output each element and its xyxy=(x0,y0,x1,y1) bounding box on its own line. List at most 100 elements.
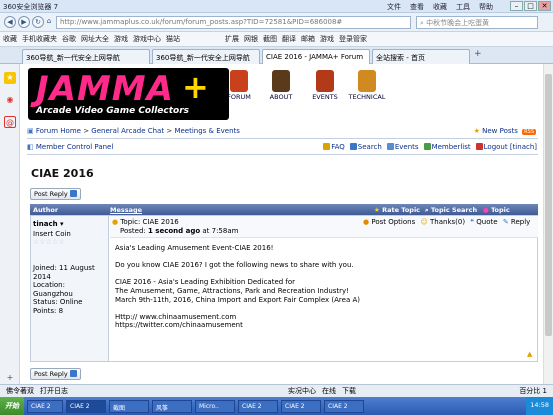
fav-item[interactable]: 收藏 xyxy=(3,34,17,44)
nav-about[interactable]: ABOUT xyxy=(259,70,303,101)
message-header[interactable]: Message xyxy=(110,206,142,214)
page-scrollbar[interactable] xyxy=(543,64,553,384)
crumb-meetings-events[interactable]: Meetings & Events xyxy=(174,127,239,135)
posted-prefix: Posted: xyxy=(120,227,148,235)
post-link[interactable]: https://twitter.com/chinaamusement xyxy=(115,321,535,330)
quote-button[interactable]: ❝ Quote xyxy=(470,218,497,226)
fav-item[interactable]: 网银 xyxy=(244,34,258,44)
taskbar-item[interactable]: CIAE 2 xyxy=(66,399,106,413)
thanks-button[interactable]: ☺ Thanks(0) xyxy=(420,218,465,226)
menu-help[interactable]: 帮助 xyxy=(479,2,493,12)
author-location: Location: Guangzhou xyxy=(33,281,73,298)
post-line xyxy=(115,253,535,262)
menu-file[interactable]: 文件 xyxy=(387,2,401,12)
post-line: CIAE 2016 - Asia's Leading Exhibition De… xyxy=(115,278,296,287)
home-icon[interactable]: ⌂ xyxy=(43,16,55,28)
new-posts-link[interactable]: New Posts xyxy=(482,127,518,135)
fav-item[interactable]: 网址大全 xyxy=(81,34,109,44)
back-to-top-icon[interactable]: ▲ xyxy=(527,350,532,358)
taskbar-item[interactable]: 风筝 xyxy=(152,399,192,413)
close-button[interactable]: ✕ xyxy=(538,1,551,11)
menu-view[interactable]: 查看 xyxy=(410,2,424,12)
search-label: Search xyxy=(357,143,382,151)
nav-about-label: ABOUT xyxy=(269,93,293,101)
taskbar-item[interactable]: CIAE 2 xyxy=(27,399,63,413)
nav-technical[interactable]: TECHNICAL xyxy=(345,70,389,101)
start-button[interactable]: 开始 xyxy=(0,397,24,415)
mail-icon[interactable]: @ xyxy=(4,116,16,128)
nav-forum[interactable]: FORUM xyxy=(217,70,261,101)
fav-item[interactable]: 游戏中心 xyxy=(133,34,161,44)
site-logo[interactable]: JAMMA + Arcade Video Game Collectors xyxy=(28,68,229,120)
events-link[interactable]: Events xyxy=(386,143,419,151)
tab-nav-1[interactable]: 360导航_新一代安全上网导航 xyxy=(22,49,150,64)
fav-item[interactable]: 截图 xyxy=(263,34,277,44)
fav-item[interactable]: 游戏 xyxy=(114,34,128,44)
member-control-panel-link[interactable]: Member Control Panel xyxy=(36,143,113,151)
eye-icon[interactable]: ◉ xyxy=(4,94,16,106)
fav-item[interactable]: 游戏 xyxy=(320,34,334,44)
author-joined: Joined: 11 August 2014 xyxy=(33,264,95,281)
reply-button[interactable]: ✎ Reply xyxy=(503,218,530,226)
author-header: Author xyxy=(33,206,59,214)
add-icon[interactable]: + xyxy=(4,372,16,384)
status-item[interactable]: 下载 xyxy=(342,386,356,396)
logout-link[interactable]: Logout [tinach] xyxy=(475,143,537,151)
crumb-sep: > xyxy=(83,127,90,135)
search-link[interactable]: Search xyxy=(349,143,382,151)
new-tab-icon[interactable]: + xyxy=(474,49,482,59)
tab-ciae[interactable]: CIAE 2016 - JAMMA+ Forum xyxy=(262,49,370,64)
taskbar-item[interactable]: 截图 xyxy=(109,399,149,413)
system-clock[interactable]: 14:58 xyxy=(526,397,553,415)
taskbar-item[interactable]: CIAE 2 xyxy=(324,399,364,413)
rate-topic-link[interactable]: ★ Rate Topic xyxy=(374,206,420,214)
taskbar-item[interactable]: CIAE 2 xyxy=(281,399,321,413)
search-input[interactable]: ⌕ 中秋节晚会上吃蛋黄 xyxy=(416,16,538,29)
forum-toolbar: FAQ Search Events Memberlist Logout [tin… xyxy=(323,143,537,151)
taskbar-item[interactable]: CIAE 2 xyxy=(238,399,278,413)
star-icon[interactable]: ★ xyxy=(4,72,16,84)
tab-nav-2[interactable]: 360导航_新一代安全上网导航 xyxy=(152,49,260,64)
status-item[interactable]: 打开日志 xyxy=(40,386,68,396)
fav-item[interactable]: 猫站 xyxy=(166,34,180,44)
url-input[interactable]: http://www.jammaplus.co.uk/forum/forum_p… xyxy=(56,16,411,29)
fav-item[interactable]: 谷歌 xyxy=(62,34,76,44)
breadcrumb: ▣ Forum Home > General Arcade Chat > Mee… xyxy=(27,127,240,135)
fav-item[interactable]: 邮箱 xyxy=(301,34,315,44)
zoom-level[interactable]: 百分比 1 xyxy=(519,386,547,396)
nav-events[interactable]: EVENTS xyxy=(303,70,347,101)
reply-icon xyxy=(69,190,77,197)
maximize-button[interactable]: □ xyxy=(524,1,537,11)
memberlist-link[interactable]: Memberlist xyxy=(423,143,471,151)
post-link[interactable]: Http:// www.chinaamusement.com xyxy=(115,313,535,322)
member-cp-area: ◧ Member Control Panel xyxy=(27,143,113,151)
minimize-button[interactable]: – xyxy=(510,1,523,11)
faq-link[interactable]: FAQ xyxy=(323,143,345,151)
scrollbar-thumb[interactable] xyxy=(545,74,552,336)
status-item[interactable]: 在线 xyxy=(322,386,336,396)
menu-favorites[interactable]: 收藏 xyxy=(433,2,447,12)
topic-search-link[interactable]: ⌕ Topic Search xyxy=(425,206,477,215)
status-item[interactable]: 佛令著双 xyxy=(6,386,34,396)
fav-item[interactable]: 手机收藏夹 xyxy=(22,34,57,44)
back-icon[interactable]: ◀ xyxy=(4,16,16,28)
post-reply-button-top[interactable]: Post Reply xyxy=(30,188,81,200)
post-options-button[interactable]: ● Post Options xyxy=(363,218,415,226)
status-item[interactable]: 实况中心 xyxy=(288,386,316,396)
menu-tools[interactable]: 工具 xyxy=(456,2,470,12)
tab-search[interactable]: 全站搜索 - 首页 xyxy=(372,49,470,64)
forward-icon[interactable]: ▶ xyxy=(18,16,30,28)
post-reply-button-bottom[interactable]: Post Reply xyxy=(30,368,81,380)
rss-icon[interactable]: RSS xyxy=(522,129,536,135)
crumb-forum-home[interactable]: Forum Home xyxy=(36,127,81,135)
crumb-general-chat[interactable]: General Arcade Chat xyxy=(91,127,164,135)
author-name[interactable]: tinach ▾ xyxy=(33,220,64,228)
fav-item[interactable]: 翻译 xyxy=(282,34,296,44)
browser-titlebar: 360安全浏览器 7 文件 查看 收藏 工具 帮助 – □ ✕ xyxy=(0,0,553,13)
divider xyxy=(27,154,538,155)
taskbar-item[interactable]: Micro.. xyxy=(195,399,235,413)
calendar-icon xyxy=(386,143,394,150)
fav-item[interactable]: 扩展 xyxy=(225,34,239,44)
fav-item[interactable]: 登录管家 xyxy=(339,34,367,44)
logout-icon xyxy=(475,143,483,150)
